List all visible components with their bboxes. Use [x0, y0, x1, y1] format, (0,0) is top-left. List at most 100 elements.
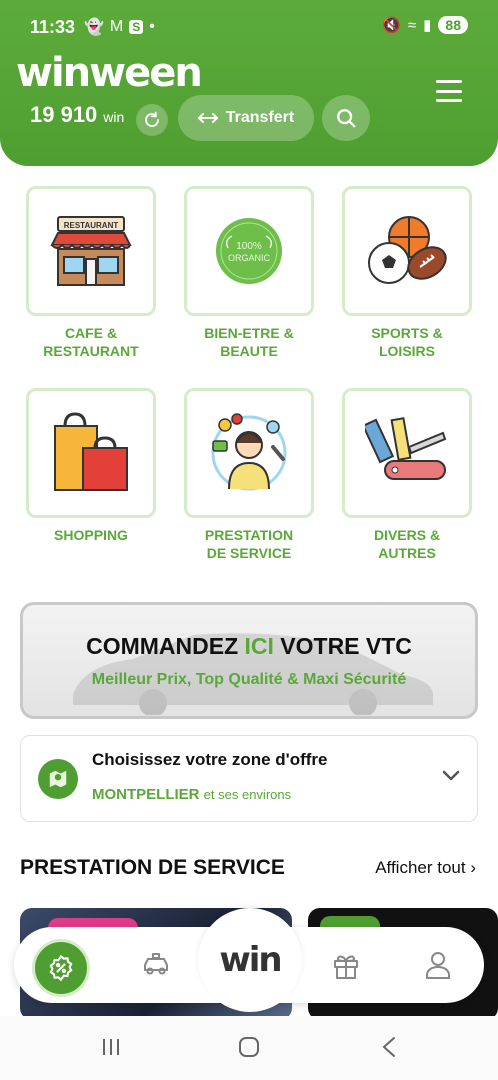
category-sports-loisirs[interactable]: SPORTS & LOISIRS	[328, 186, 486, 360]
nav-profile[interactable]	[412, 927, 464, 1003]
category-label: SHOPPING	[26, 526, 156, 544]
category-tile[interactable]	[26, 388, 156, 518]
system-icons: 🔇 ≈ ▮ 88	[382, 16, 468, 34]
vtc-banner[interactable]: COMMANDEZ ICI VOTRE VTC Meilleur Prix, T…	[20, 602, 478, 719]
search-button[interactable]	[322, 95, 370, 141]
category-label-line: LOISIRS	[378, 343, 435, 359]
category-bien-etre-beaute[interactable]: 100% ORGANIC BIEN-ETRE & BEAUTE	[170, 186, 328, 360]
category-tile[interactable]: RESTAURANT	[26, 186, 156, 316]
category-divers-autres[interactable]: DIVERS & AUTRES	[328, 388, 486, 562]
menu-line	[436, 89, 462, 93]
restaurant-icon: RESTAURANT	[50, 216, 132, 286]
menu-line	[436, 99, 462, 102]
notification-icons: 👻 M S •	[84, 17, 155, 37]
snapchat-icon: 👻	[84, 19, 104, 36]
category-cafe-restaurant[interactable]: RESTAURANT CAFE & RESTAURANT	[12, 186, 170, 360]
category-label-line: SHOPPING	[54, 527, 128, 543]
vtc-subtitle: Meilleur Prix, Top Qualité & Maxi Sécuri…	[91, 671, 407, 688]
section-title: PRESTATION DE SERVICE	[20, 856, 285, 879]
zone-title: Choisissez votre zone d'offre	[92, 750, 328, 769]
zone-city-name: MONTPELLIER	[92, 786, 200, 803]
vtc-title-part: COMMANDEZ	[86, 633, 245, 659]
category-grid: RESTAURANT CAFE & RESTAURANT 100% ORGANI…	[0, 186, 498, 562]
status-bar: 11:33 👻 M S • 🔇 ≈ ▮ 88	[0, 0, 498, 56]
organic-text: ORGANIC	[228, 253, 271, 263]
category-tile[interactable]	[342, 388, 472, 518]
dot-icon: •	[149, 18, 155, 35]
vtc-title-highlight: ICI	[244, 633, 274, 659]
status-time: 11:33	[30, 17, 76, 37]
signal-icon: ▮	[423, 17, 432, 34]
zone-icon-wrap	[38, 759, 78, 799]
vtc-title: COMMANDEZ ICI VOTRE VTC	[23, 633, 475, 660]
battery-badge: 88	[438, 16, 468, 34]
home-icon[interactable]	[238, 1036, 260, 1058]
tools-icon	[365, 417, 447, 480]
category-label: SPORTS & LOISIRS	[342, 324, 472, 360]
refresh-button[interactable]	[136, 104, 168, 136]
svg-text:RESTAURANT: RESTAURANT	[64, 221, 119, 230]
menu-button[interactable]	[436, 80, 462, 102]
category-label: BIEN-ETRE & BEAUTE	[184, 324, 314, 360]
recent-apps-icon[interactable]	[100, 1036, 122, 1058]
category-label: CAFE & RESTAURANT	[26, 324, 156, 360]
show-all-label: Afficher tout	[375, 858, 466, 877]
transfer-label: Transfert	[225, 109, 295, 126]
zone-city: MONTPELLIER et ses environs	[92, 786, 291, 803]
organic-icon: 100% ORGANIC	[216, 218, 282, 284]
header: 11:33 👻 M S • 🔇 ≈ ▮ 88 winween 19 910 wi…	[0, 0, 498, 166]
back-icon[interactable]	[380, 1036, 398, 1058]
category-tile[interactable]	[342, 186, 472, 316]
map-pin-icon	[49, 770, 67, 788]
category-label-line: AUTRES	[378, 545, 436, 561]
category-tile[interactable]	[184, 388, 314, 518]
sports-balls-icon	[368, 216, 447, 284]
category-label-line: DIVERS &	[373, 527, 441, 543]
app-logo: winween	[16, 50, 203, 96]
balance: 19 910 win	[30, 102, 124, 128]
balance-unit: win	[103, 109, 125, 125]
zone-city-suffix: et ses environs	[203, 787, 292, 802]
nav-home-logo: win	[219, 940, 282, 980]
chevron-down-icon	[442, 770, 460, 781]
menu-line	[436, 80, 462, 83]
chevron-right-icon: ›	[470, 858, 476, 877]
category-label-line: BIEN-ETRE &	[204, 325, 294, 341]
swap-arrows-icon	[197, 113, 218, 123]
category-label-line: BEAUTE	[220, 343, 278, 359]
category-label-line: DE SERVICE	[206, 545, 292, 561]
nav-gifts[interactable]	[320, 927, 372, 1003]
wifi-icon: ≈	[407, 16, 417, 34]
user-icon	[426, 952, 450, 979]
service-person-icon	[211, 413, 287, 491]
category-prestation-service[interactable]: PRESTATION DE SERVICE	[170, 388, 328, 562]
gmail-icon: M	[109, 18, 124, 35]
organic-text: 100%	[236, 241, 262, 252]
balance-value: 19 910	[30, 102, 98, 127]
car-icon	[144, 953, 168, 975]
search-icon	[337, 109, 356, 128]
category-label: DIVERS & AUTRES	[342, 526, 472, 562]
mute-icon: 🔇	[382, 17, 401, 34]
nav-offers[interactable]	[32, 939, 90, 997]
show-all-link[interactable]: Afficher tout ›	[375, 858, 476, 878]
app-s-icon: S	[129, 20, 144, 34]
category-label: PRESTATION DE SERVICE	[184, 526, 314, 562]
shopping-bags-icon	[54, 412, 128, 491]
nav-home-logo-button[interactable]: win	[198, 908, 302, 1012]
system-nav-bar	[0, 1016, 498, 1080]
gift-icon	[334, 955, 358, 979]
vtc-title-part: VOTRE VTC	[273, 633, 412, 659]
category-tile[interactable]: 100% ORGANIC	[184, 186, 314, 316]
category-label-line: CAFE &	[64, 325, 118, 341]
zone-selector[interactable]: Choisissez votre zone d'offre MONTPELLIE…	[20, 735, 478, 822]
transfer-button[interactable]: Transfert	[178, 95, 314, 141]
category-label-line: RESTAURANT	[43, 343, 139, 359]
nav-vtc[interactable]	[130, 927, 182, 1003]
refresh-icon	[145, 111, 159, 127]
category-shopping[interactable]: SHOPPING	[12, 388, 170, 562]
category-label-line: PRESTATION	[204, 527, 294, 543]
discount-badge-icon	[49, 954, 73, 982]
app-screen: 11:33 👻 M S • 🔇 ≈ ▮ 88 winween 19 910 wi…	[0, 0, 498, 1080]
category-label-line: SPORTS &	[371, 325, 443, 341]
